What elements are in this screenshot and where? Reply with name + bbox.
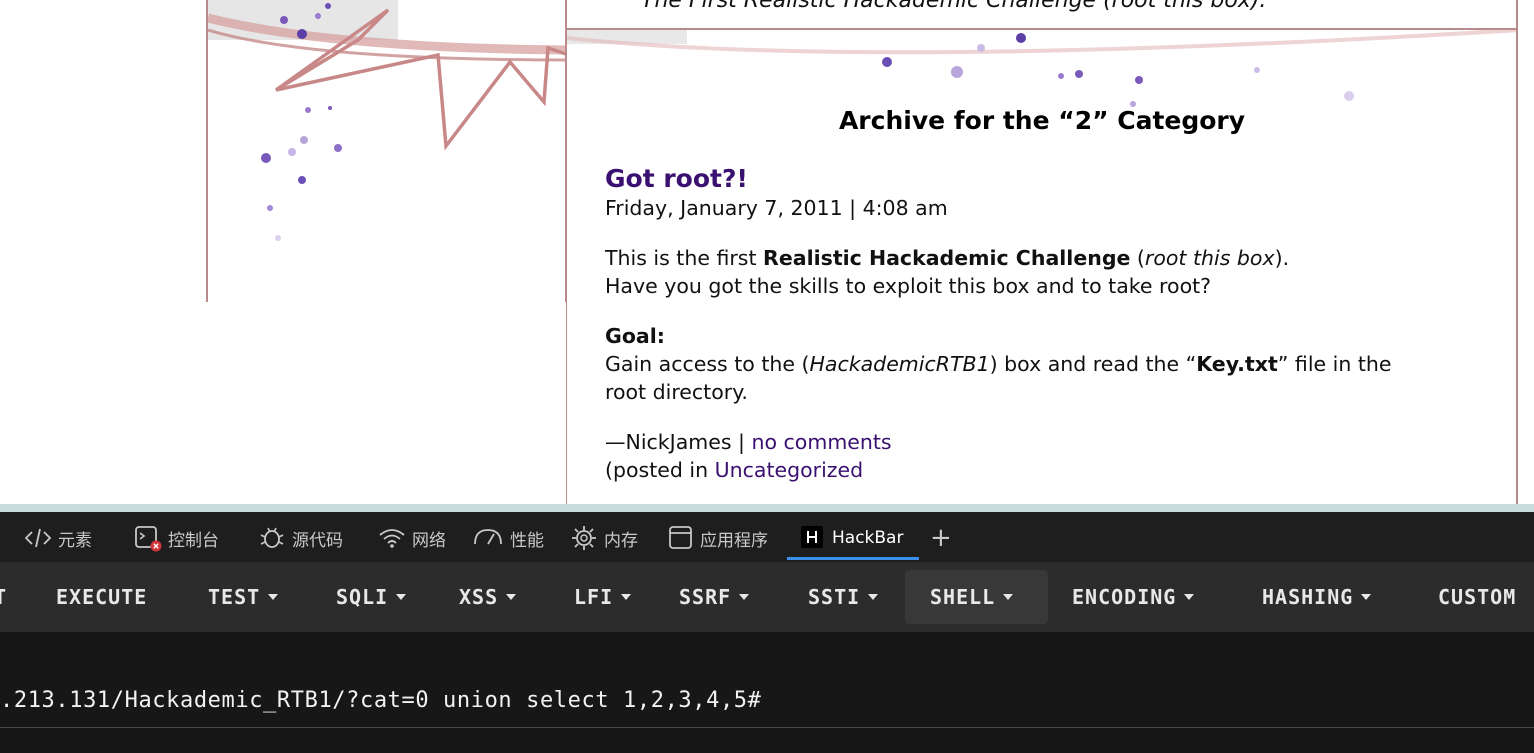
chevron-down-icon	[396, 594, 407, 600]
code-icon	[24, 528, 52, 548]
hackbar-menubar: T EXECUTE TEST SQLI XSS LFI SSRF SSTI SH…	[0, 562, 1534, 632]
post: Got root?! Friday, January 7, 2011 | 4:0…	[605, 164, 1485, 484]
chevron-down-icon	[506, 594, 517, 600]
chevron-down-icon	[268, 594, 279, 600]
chevron-down-icon	[739, 594, 750, 600]
custom-menu[interactable]: CUSTOM	[1438, 585, 1516, 609]
ssrf-menu[interactable]: SSRF	[679, 585, 750, 609]
console-icon	[135, 526, 162, 552]
chevron-down-icon	[1003, 594, 1014, 600]
chevron-down-icon	[1361, 594, 1372, 600]
tab-memory[interactable]: 内存	[570, 524, 638, 552]
devtools-tabbar: 元素 控制台 源代码 网络 性能 内存 应用程序 HackBar +	[0, 512, 1534, 562]
content-column: The First Realistic Hackademic Challenge…	[566, 0, 1518, 504]
devtools-resize-handle[interactable]	[0, 504, 1534, 512]
site-tagline: The First Realistic Hackademic Challenge…	[641, 0, 1267, 13]
post-meta: —NickJames | no comments (posted in Unca…	[605, 430, 892, 482]
menu-cut-off[interactable]: T	[0, 585, 7, 609]
lfi-menu[interactable]: LFI	[574, 585, 632, 609]
test-menu[interactable]: TEST	[208, 585, 279, 609]
window-icon	[669, 526, 692, 549]
chevron-down-icon	[868, 594, 879, 600]
ssti-menu[interactable]: SSTI	[808, 585, 879, 609]
post-date: Friday, January 7, 2011 | 4:08 am	[605, 196, 948, 220]
tab-sources[interactable]: 源代码	[258, 524, 343, 552]
tab-hackbar[interactable]: HackBar	[800, 524, 903, 552]
tab-application[interactable]: 应用程序	[668, 524, 768, 552]
category-link[interactable]: Uncategorized	[715, 458, 864, 482]
sidebar-decoration	[206, 0, 567, 302]
devtools-panel: 元素 控制台 源代码 网络 性能 内存 应用程序 HackBar + T EXE…	[0, 504, 1534, 753]
chip-icon	[572, 526, 596, 550]
post-goal: Goal: Gain access to the (HackademicRTB1…	[605, 324, 1392, 404]
url-input-underline	[0, 727, 1534, 728]
wifi-icon	[379, 529, 405, 548]
xss-menu[interactable]: XSS	[459, 585, 517, 609]
chevron-down-icon	[1184, 594, 1195, 600]
bug-icon	[260, 527, 284, 548]
gauge-icon	[474, 529, 502, 545]
header-divider	[567, 28, 1516, 30]
execute-button[interactable]: EXECUTE	[56, 585, 147, 609]
archive-title: Archive for the “2” Category	[838, 106, 1246, 135]
tab-network[interactable]: 网络	[378, 524, 446, 552]
hackbar-url-area: .213.131/Hackademic_RTB1/?cat=0 union se…	[0, 632, 1534, 753]
comments-link[interactable]: no comments	[751, 430, 891, 454]
post-title-link[interactable]: Got root?!	[605, 164, 1485, 194]
active-tab-indicator	[787, 557, 919, 560]
encoding-menu[interactable]: ENCODING	[1072, 585, 1195, 609]
hackbar-icon	[801, 526, 823, 548]
url-input[interactable]: .213.131/Hackademic_RTB1/?cat=0 union se…	[0, 688, 761, 713]
goal-label: Goal:	[605, 324, 665, 348]
sqli-menu[interactable]: SQLI	[336, 585, 407, 609]
shell-menu[interactable]: SHELL	[930, 585, 1014, 609]
add-tab-button[interactable]: +	[930, 523, 952, 553]
post-intro: This is the first Realistic Hackademic C…	[605, 246, 1290, 298]
web-page: The First Realistic Hackademic Challenge…	[0, 0, 1534, 504]
tab-console[interactable]: 控制台	[134, 524, 219, 552]
chevron-down-icon	[621, 594, 632, 600]
tab-performance[interactable]: 性能	[472, 524, 544, 552]
sidebar-art	[208, 0, 565, 241]
post-author: —NickJames |	[605, 430, 752, 454]
hashing-menu[interactable]: HASHING	[1262, 585, 1372, 609]
tab-elements[interactable]: 元素	[24, 524, 92, 552]
